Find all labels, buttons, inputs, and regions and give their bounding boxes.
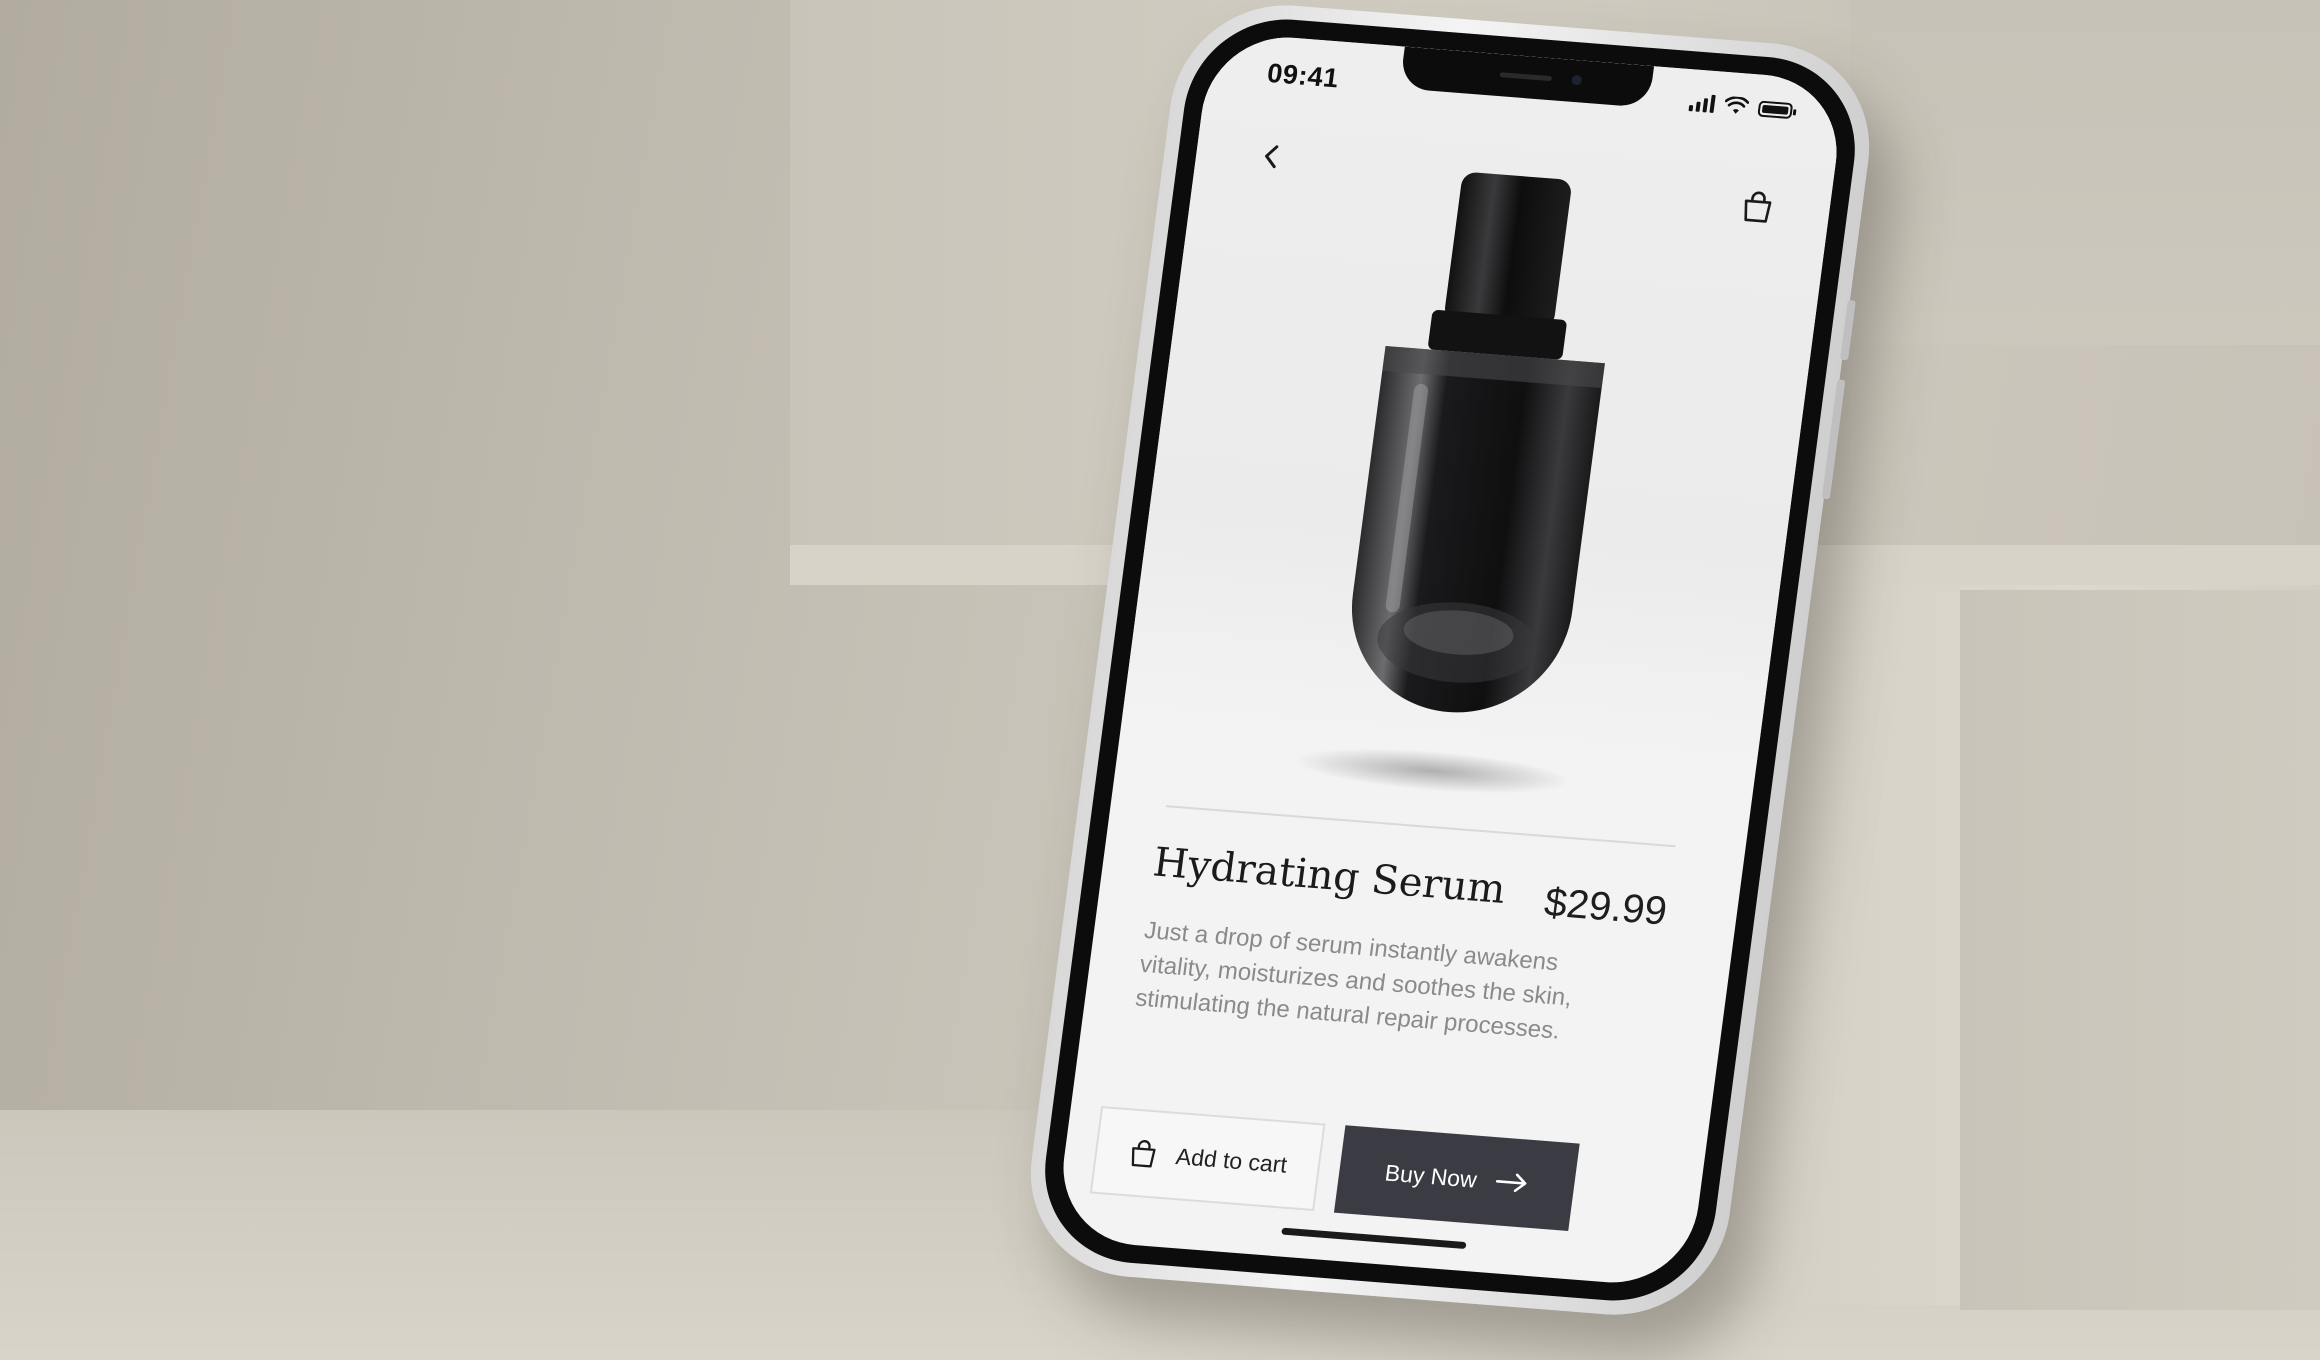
action-bar: Add to cart Buy Now — [1088, 1106, 1665, 1250]
back-button[interactable] — [1249, 135, 1294, 178]
phone-screen: 09:41 Hydrating Serum $29.99 Just a drop… — [1053, 31, 1847, 1289]
shopping-bag-icon — [1744, 191, 1772, 223]
signal-icon — [1688, 93, 1716, 113]
product-description: Just a drop of serum instantly awakens v… — [1133, 916, 1574, 1045]
add-to-cart-label: Add to cart — [1174, 1142, 1289, 1178]
wifi-icon — [1724, 96, 1750, 114]
add-to-cart-button[interactable]: Add to cart — [1089, 1106, 1326, 1212]
chevron-left-icon — [1265, 145, 1279, 169]
background-block-right — [1850, 0, 2320, 345]
arrow-right-icon — [1495, 1173, 1526, 1193]
battery-icon — [1757, 100, 1794, 120]
product-title: Hydrating Serum — [1150, 839, 1509, 913]
buy-now-label: Buy Now — [1383, 1159, 1479, 1193]
background-step-side — [1960, 590, 2320, 1310]
product-price: $29.99 — [1541, 880, 1670, 934]
phone-bezel: 09:41 Hydrating Serum $29.99 Just a drop… — [1033, 12, 1867, 1308]
cart-button[interactable] — [1733, 183, 1783, 230]
status-time: 09:41 — [1265, 57, 1341, 94]
buy-now-button[interactable]: Buy Now — [1333, 1125, 1580, 1232]
divider — [1165, 805, 1676, 848]
status-icons — [1688, 93, 1794, 120]
shopping-bag-icon — [1131, 1140, 1156, 1168]
bottle-shadow — [1290, 740, 1575, 802]
